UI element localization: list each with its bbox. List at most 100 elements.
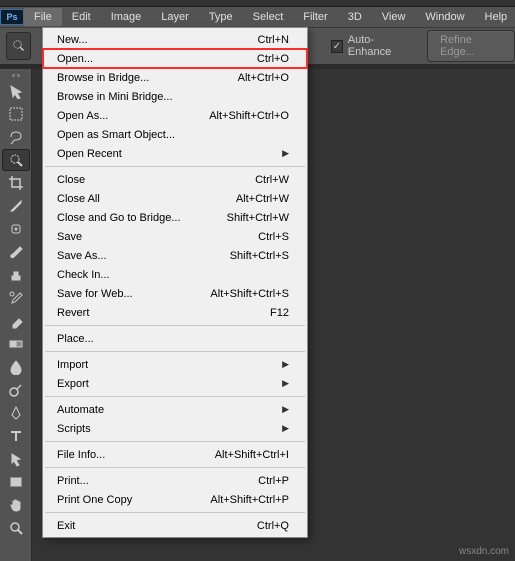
menuitem-label: Revert bbox=[57, 307, 89, 319]
tool-preset-picker[interactable] bbox=[6, 32, 31, 60]
menu-file[interactable]: File bbox=[24, 8, 62, 26]
brush-tool[interactable] bbox=[2, 241, 30, 263]
marquee-tool-icon bbox=[8, 106, 24, 122]
move-tool-icon bbox=[8, 83, 24, 99]
menuitem-label: Check In... bbox=[57, 269, 110, 281]
gradient-tool[interactable] bbox=[2, 333, 30, 355]
clone-stamp-tool[interactable] bbox=[2, 264, 30, 286]
menuitem-label: Browse in Mini Bridge... bbox=[57, 91, 173, 103]
menuitem-label: Close All bbox=[57, 193, 100, 205]
submenu-arrow-icon: ▶ bbox=[282, 404, 289, 415]
menu-select[interactable]: Select bbox=[243, 8, 294, 26]
menu-separator bbox=[45, 325, 305, 326]
toolbar-grip-icon[interactable] bbox=[0, 71, 31, 79]
menuitem-new[interactable]: New...Ctrl+N bbox=[43, 30, 307, 49]
menu-type[interactable]: Type bbox=[199, 8, 243, 26]
menu-help[interactable]: Help bbox=[475, 8, 515, 26]
menuitem-shortcut: Ctrl+W bbox=[255, 174, 289, 186]
quick-selection-icon bbox=[10, 37, 28, 55]
menuitem-print[interactable]: Print...Ctrl+P bbox=[43, 471, 307, 490]
move-tool[interactable] bbox=[2, 80, 30, 102]
crop-tool[interactable] bbox=[2, 172, 30, 194]
path-selection-tool-icon bbox=[8, 451, 24, 467]
menuitem-check-in[interactable]: Check In... bbox=[43, 265, 307, 284]
healing-brush-tool[interactable] bbox=[2, 218, 30, 240]
menu-edit[interactable]: Edit bbox=[62, 8, 101, 26]
healing-brush-tool-icon bbox=[8, 221, 24, 237]
submenu-arrow-icon: ▶ bbox=[282, 423, 289, 434]
menuitem-save-as[interactable]: Save As...Shift+Ctrl+S bbox=[43, 246, 307, 265]
menuitem-label: New... bbox=[57, 34, 88, 46]
blur-tool[interactable] bbox=[2, 356, 30, 378]
menuitem-shortcut: Ctrl+Q bbox=[257, 520, 289, 532]
menuitem-label: Close and Go to Bridge... bbox=[57, 212, 181, 224]
hand-tool[interactable] bbox=[2, 494, 30, 516]
lasso-tool[interactable] bbox=[2, 126, 30, 148]
quick-selection-tool-icon bbox=[8, 152, 24, 168]
menuitem-automate[interactable]: Automate▶ bbox=[43, 400, 307, 419]
menuitem-open-recent[interactable]: Open Recent▶ bbox=[43, 144, 307, 163]
menu-view[interactable]: View bbox=[372, 8, 416, 26]
rectangle-tool[interactable] bbox=[2, 471, 30, 493]
menu-window[interactable]: Window bbox=[415, 8, 474, 26]
menuitem-browse-in-bridge[interactable]: Browse in Bridge...Alt+Ctrl+O bbox=[43, 68, 307, 87]
menuitem-shortcut: Shift+Ctrl+W bbox=[227, 212, 289, 224]
rectangle-tool-icon bbox=[8, 474, 24, 490]
menu-separator bbox=[45, 441, 305, 442]
auto-enhance-checkbox[interactable]: ✓ Auto-Enhance bbox=[331, 34, 409, 58]
type-tool-icon bbox=[8, 428, 24, 444]
refine-edge-button[interactable]: Refine Edge... bbox=[427, 30, 515, 62]
pen-tool-icon bbox=[8, 405, 24, 421]
menu-separator bbox=[45, 351, 305, 352]
menuitem-shortcut: Alt+Shift+Ctrl+P bbox=[210, 494, 289, 506]
menu-3d[interactable]: 3D bbox=[338, 8, 372, 26]
menuitem-open-as-smart-object[interactable]: Open as Smart Object... bbox=[43, 125, 307, 144]
menuitem-export[interactable]: Export▶ bbox=[43, 374, 307, 393]
menu-separator bbox=[45, 467, 305, 468]
submenu-arrow-icon: ▶ bbox=[282, 359, 289, 370]
menuitem-close-all[interactable]: Close AllAlt+Ctrl+W bbox=[43, 189, 307, 208]
eyedropper-tool[interactable] bbox=[2, 195, 30, 217]
eyedropper-tool-icon bbox=[8, 198, 24, 214]
zoom-tool[interactable] bbox=[2, 517, 30, 539]
menuitem-import[interactable]: Import▶ bbox=[43, 355, 307, 374]
history-brush-tool[interactable] bbox=[2, 287, 30, 309]
hand-tool-icon bbox=[8, 497, 24, 513]
menuitem-exit[interactable]: ExitCtrl+Q bbox=[43, 516, 307, 535]
pen-tool[interactable] bbox=[2, 402, 30, 424]
zoom-tool-icon bbox=[8, 520, 24, 536]
menuitem-save-for-web[interactable]: Save for Web...Alt+Shift+Ctrl+S bbox=[43, 284, 307, 303]
menuitem-file-info[interactable]: File Info...Alt+Shift+Ctrl+I bbox=[43, 445, 307, 464]
menuitem-label: Open Recent bbox=[57, 148, 122, 160]
menuitem-place[interactable]: Place... bbox=[43, 329, 307, 348]
path-selection-tool[interactable] bbox=[2, 448, 30, 470]
history-brush-tool-icon bbox=[8, 290, 24, 306]
menuitem-label: Close bbox=[57, 174, 85, 186]
dodge-tool-icon bbox=[8, 382, 24, 398]
menuitem-label: Browse in Bridge... bbox=[57, 72, 149, 84]
type-tool[interactable] bbox=[2, 425, 30, 447]
menuitem-browse-in-mini-bridge[interactable]: Browse in Mini Bridge... bbox=[43, 87, 307, 106]
blur-tool-icon bbox=[8, 359, 24, 375]
menuitem-label: Open... bbox=[57, 53, 93, 65]
menuitem-open-as[interactable]: Open As...Alt+Shift+Ctrl+O bbox=[43, 106, 307, 125]
menu-layer[interactable]: Layer bbox=[151, 8, 199, 26]
eraser-tool[interactable] bbox=[2, 310, 30, 332]
menuitem-shortcut: Shift+Ctrl+S bbox=[230, 250, 289, 262]
dodge-tool[interactable] bbox=[2, 379, 30, 401]
quick-selection-tool[interactable] bbox=[2, 149, 30, 171]
toolbar bbox=[0, 69, 32, 561]
menuitem-close-and-go-to-bridge[interactable]: Close and Go to Bridge... Shift+Ctrl+W bbox=[43, 208, 307, 227]
marquee-tool[interactable] bbox=[2, 103, 30, 125]
menu-image[interactable]: Image bbox=[101, 8, 152, 26]
menuitem-revert[interactable]: RevertF12 bbox=[43, 303, 307, 322]
menuitem-save[interactable]: SaveCtrl+S bbox=[43, 227, 307, 246]
menuitem-scripts[interactable]: Scripts▶ bbox=[43, 419, 307, 438]
menuitem-close[interactable]: Close Ctrl+W bbox=[43, 170, 307, 189]
menuitem-label: Export bbox=[57, 378, 89, 390]
menuitem-print-one-copy[interactable]: Print One CopyAlt+Shift+Ctrl+P bbox=[43, 490, 307, 509]
menuitem-open[interactable]: Open...Ctrl+O bbox=[43, 49, 307, 68]
checkbox-icon: ✓ bbox=[331, 40, 343, 53]
menuitem-label: File Info... bbox=[57, 449, 105, 461]
menu-filter[interactable]: Filter bbox=[293, 8, 337, 26]
